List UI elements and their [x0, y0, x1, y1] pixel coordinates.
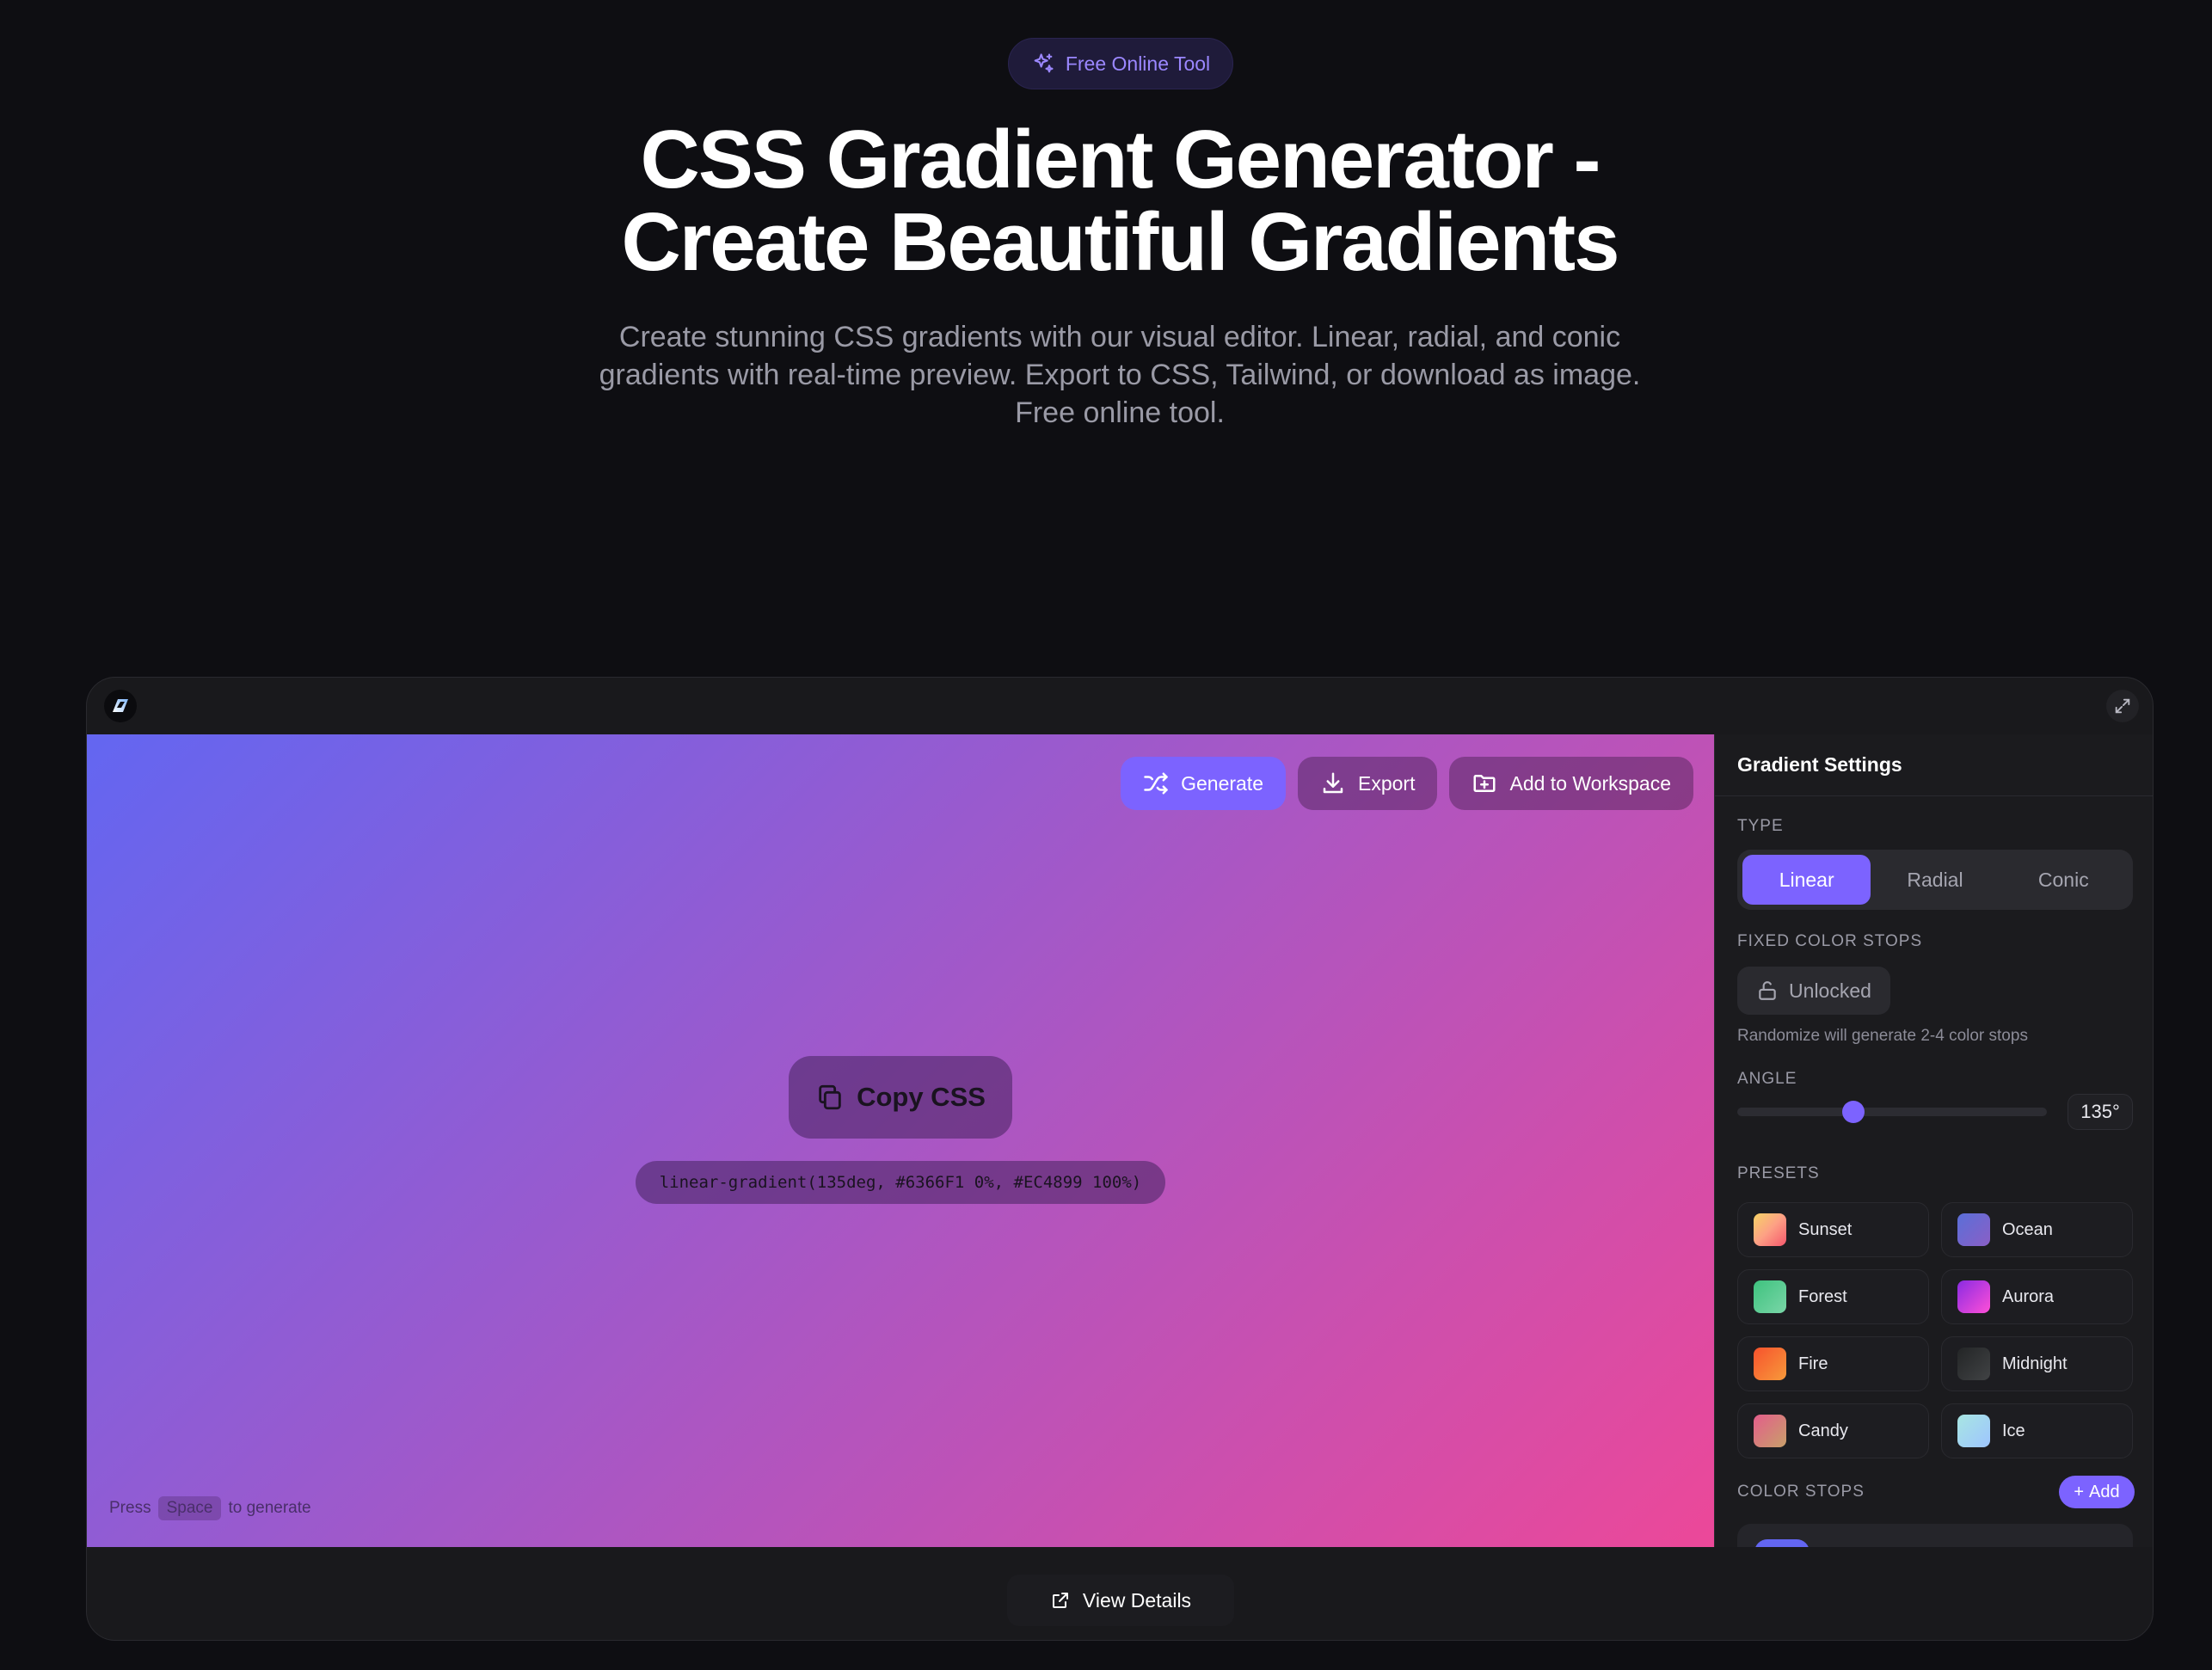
color-stops-label: COLOR STOPS [1737, 1483, 1865, 1501]
generate-button[interactable]: Generate [1121, 757, 1286, 810]
preset-name: Midnight [2002, 1354, 2068, 1373]
copy-css-button[interactable]: Copy CSS [789, 1056, 1012, 1139]
preset-ice[interactable]: Ice [1941, 1403, 2133, 1458]
free-tool-badge: Free Online Tool [1008, 38, 1233, 89]
unlock-icon [1759, 981, 1776, 1000]
preset-forest[interactable]: Forest [1737, 1269, 1929, 1324]
preset-swatch [1957, 1415, 1990, 1447]
type-linear[interactable]: Linear [1742, 855, 1871, 905]
shuffle-icon [1144, 772, 1168, 795]
generate-label: Generate [1181, 771, 1263, 795]
workspace-label: Add to Workspace [1509, 771, 1671, 795]
preset-ocean[interactable]: Ocean [1941, 1202, 2133, 1257]
expand-icon [2115, 698, 2130, 714]
preset-swatch [1754, 1415, 1786, 1447]
angle-slider[interactable] [1737, 1101, 2047, 1123]
preset-name: Aurora [2002, 1286, 2055, 1306]
view-details-label: View Details [1082, 1588, 1192, 1612]
fixed-stops-label: FIXED COLOR STOPS [1737, 932, 1923, 950]
preset-name: Ice [2002, 1421, 2025, 1440]
preset-name: Fire [1798, 1354, 1828, 1373]
add-stop-label: Add [2089, 1482, 2120, 1501]
download-icon [1323, 772, 1343, 794]
type-radial[interactable]: Radial [1871, 855, 1999, 905]
preset-candy[interactable]: Candy [1737, 1403, 1929, 1458]
hint-after: to generate [228, 1499, 311, 1517]
view-details-button[interactable]: View Details [1007, 1575, 1234, 1626]
keyboard-hint: Press Space to generate [109, 1496, 311, 1520]
preset-swatch [1754, 1348, 1786, 1380]
copy-css-label: Copy CSS [857, 1082, 986, 1112]
hint-key: Space [157, 1496, 222, 1520]
sparkles-icon [1034, 53, 1054, 73]
type-selector: Linear Radial Conic [1737, 850, 2133, 910]
page-subtitle: Create stunning CSS gradients with our v… [599, 321, 1641, 429]
app-logo-icon [104, 690, 137, 722]
page-title-line1: CSS Gradient Generator - [640, 114, 1601, 206]
preset-swatch [1957, 1348, 1990, 1380]
preset-swatch [1754, 1280, 1786, 1313]
color-stop-swatch[interactable] [1754, 1539, 1810, 1547]
hint-before: Press [109, 1499, 151, 1517]
folder-plus-icon [1473, 775, 1496, 792]
preset-aurora[interactable]: Aurora [1941, 1269, 2133, 1324]
preset-name: Candy [1798, 1421, 1848, 1440]
plus-icon: + [2074, 1482, 2085, 1501]
preset-sunset[interactable]: Sunset [1737, 1202, 1929, 1257]
gradient-tool-window: Generate Export Add to Workspace Copy CS… [86, 677, 2154, 1641]
preset-midnight[interactable]: Midnight [1941, 1336, 2133, 1391]
preview-toolbar: Generate Export Add to Workspace [1121, 757, 1693, 810]
angle-value[interactable]: 135° [2068, 1094, 2133, 1130]
copy-icon [819, 1084, 841, 1110]
preset-swatch [1754, 1213, 1786, 1246]
color-stop-item[interactable] [1737, 1524, 2133, 1547]
page-title-line2: Create Beautiful Gradients [621, 196, 1620, 288]
preset-swatch [1957, 1213, 1990, 1246]
lock-toggle[interactable]: Unlocked [1737, 967, 1890, 1015]
window-footer: View Details [87, 1547, 2153, 1640]
export-button[interactable]: Export [1298, 757, 1438, 810]
add-to-workspace-button[interactable]: Add to Workspace [1449, 757, 1693, 810]
settings-panel: Gradient Settings TYPE Linear Radial Con… [1714, 734, 2153, 1547]
lock-note: Randomize will generate 2-4 color stops [1737, 1027, 2028, 1045]
external-link-icon [1052, 1593, 1068, 1608]
type-label: TYPE [1737, 817, 1784, 835]
presets-label: PRESETS [1737, 1164, 1820, 1182]
preset-name: Ocean [2002, 1219, 2053, 1239]
preset-name: Forest [1798, 1286, 1847, 1306]
preset-swatch [1957, 1280, 1990, 1313]
settings-title: Gradient Settings [1715, 734, 2153, 796]
angle-slider-thumb[interactable] [1842, 1101, 1865, 1123]
presets-grid: Sunset Ocean Forest Aurora Fire Midnight… [1737, 1202, 2133, 1458]
page-title: CSS Gradient Generator - Create Beautifu… [0, 119, 2212, 284]
export-label: Export [1358, 771, 1416, 795]
badge-label: Free Online Tool [1065, 52, 1211, 75]
add-stop-button[interactable]: + Add [2059, 1476, 2135, 1508]
lock-label: Unlocked [1789, 979, 1871, 1002]
preset-name: Sunset [1798, 1219, 1853, 1239]
gradient-preview[interactable]: Generate Export Add to Workspace Copy CS… [87, 734, 1714, 1547]
expand-button[interactable] [2106, 690, 2139, 722]
preset-fire[interactable]: Fire [1737, 1336, 1929, 1391]
window-titlebar [87, 678, 2153, 734]
angle-label: ANGLE [1737, 1070, 1797, 1088]
type-conic[interactable]: Conic [2000, 855, 2128, 905]
css-code-output[interactable]: linear-gradient(135deg, #6366F1 0%, #EC4… [636, 1161, 1165, 1204]
